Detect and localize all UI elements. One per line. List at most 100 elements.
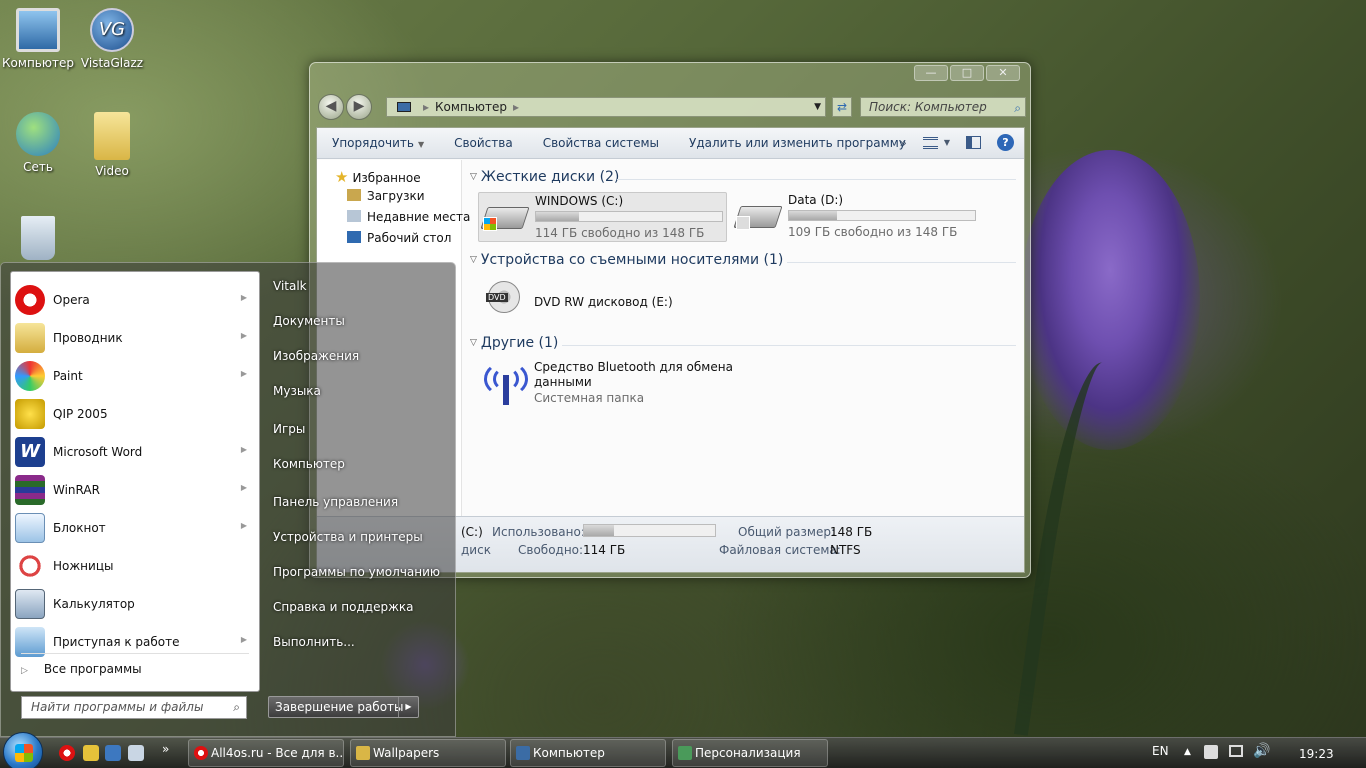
search-input[interactable]: Поиск: Компьютер ⌕ — [860, 97, 1026, 117]
start-link-music[interactable]: Музыка — [273, 384, 321, 398]
refresh-button[interactable]: ⇄ — [832, 97, 852, 117]
desktop-icon-computer[interactable]: Компьютер — [0, 8, 76, 70]
folder-icon — [15, 323, 45, 353]
shutdown-options-button[interactable]: ▶ — [398, 697, 418, 717]
drive-c[interactable]: WINDOWS (C:) 114 ГБ свободно из 148 ГБ — [478, 192, 727, 242]
task-computer[interactable]: Компьютер — [510, 739, 666, 767]
group-header-removable[interactable]: ▽ Устройства со съемными носителями (1) — [470, 252, 783, 268]
program-winrar[interactable]: WinRAR ▶ — [11, 472, 259, 508]
collapse-icon: ▽ — [470, 255, 477, 265]
group-header-other[interactable]: ▽ Другие (1) — [470, 335, 558, 351]
program-getting-started[interactable]: Приступая к работе ▶ — [11, 624, 259, 660]
chevron-down-icon: ▼ — [417, 140, 425, 149]
group-divider — [617, 179, 1016, 180]
uninstall-program-button[interactable]: Удалить или изменить программу — [674, 136, 921, 150]
quicklaunch-desktop-icon[interactable] — [105, 745, 121, 761]
start-link-pictures[interactable]: Изображения — [273, 349, 359, 363]
start-link-user[interactable]: Vitalk — [273, 279, 307, 293]
drive-usage-bar — [788, 210, 976, 221]
program-opera[interactable]: Opera ▶ — [11, 282, 259, 318]
network-icon[interactable] — [1229, 745, 1243, 757]
bluetooth-icon — [484, 361, 528, 405]
address-dropdown-icon[interactable]: ▼ — [814, 98, 821, 116]
views-icon — [922, 136, 938, 149]
quicklaunch-qip-icon[interactable] — [83, 745, 99, 761]
drive-badge-icon — [736, 216, 750, 230]
start-link-documents[interactable]: Документы — [273, 314, 345, 328]
chevron-right-icon: ▶ — [240, 635, 247, 644]
nav-downloads[interactable]: Загрузки — [347, 189, 425, 203]
start-link-default-programs[interactable]: Программы по умолчанию — [273, 565, 440, 579]
downloads-folder-icon — [347, 189, 361, 201]
desktop-icon-recycle-bin[interactable] — [0, 216, 76, 264]
search-icon[interactable]: ⌕ — [233, 697, 240, 718]
start-link-devices-printers[interactable]: Устройства и принтеры — [273, 530, 423, 544]
views-button[interactable]: ▼ — [922, 136, 950, 149]
address-bar[interactable]: ▸ Компьютер ▸ ▼ — [386, 97, 826, 117]
clock[interactable]: 19:23 — [1299, 747, 1334, 761]
details-free-value: 114 ГБ — [583, 543, 626, 557]
nav-recent-places[interactable]: Недавние места — [347, 210, 470, 224]
program-notepad[interactable]: Блокнот ▶ — [11, 510, 259, 546]
word-icon: W — [15, 437, 45, 467]
language-indicator[interactable]: EN — [1152, 744, 1169, 758]
preview-pane-icon[interactable] — [966, 136, 981, 149]
search-icon[interactable]: ⌕ — [1014, 99, 1021, 117]
start-programs-panel: Opera ▶ Проводник ▶ Paint ▶ QIP 2005 W Micr… — [10, 271, 260, 692]
dvd-badge: DVD — [486, 293, 508, 302]
task-wallpapers[interactable]: Wallpapers — [350, 739, 506, 767]
drive-d[interactable]: Data (D:) 109 ГБ свободно из 148 ГБ — [732, 192, 982, 242]
task-personalization[interactable]: Персонализация — [672, 739, 828, 767]
bluetooth-folder[interactable]: Средство Bluetooth для обмена данными Си… — [478, 358, 738, 408]
tray-app-icon[interactable] — [1204, 745, 1218, 759]
details-used-label: Использовано: — [492, 525, 585, 539]
show-hidden-icons-button[interactable]: ▲ — [1184, 747, 1191, 757]
desktop-icon-vistaglazz[interactable]: VG VistaGlazz — [74, 8, 150, 70]
group-header-hard-drives[interactable]: ▽ Жесткие диски (2) — [470, 169, 619, 185]
task-opera[interactable]: All4os.ru - Все для в... — [188, 739, 344, 767]
start-link-help-support[interactable]: Справка и поддержка — [273, 600, 414, 614]
volume-icon[interactable]: 🔊 — [1253, 743, 1270, 759]
shutdown-button[interactable]: Завершение работы ▶ — [268, 696, 419, 718]
windows-logo-icon — [15, 744, 33, 762]
desktop-icon-video[interactable]: Video — [74, 112, 150, 178]
opera-icon — [194, 746, 208, 760]
command-bar: Упорядочить ▼ Свойства Свойства системы У… — [317, 128, 1024, 159]
window-controls: — □ ✕ — [914, 65, 1020, 81]
network-icon — [16, 112, 60, 156]
quicklaunch-more-button[interactable]: » — [162, 742, 169, 756]
system-properties-button[interactable]: Свойства системы — [528, 136, 674, 150]
start-button[interactable] — [3, 732, 43, 768]
back-button[interactable]: ◀ — [318, 94, 344, 120]
organize-button[interactable]: Упорядочить ▼ — [317, 136, 439, 150]
program-qip[interactable]: QIP 2005 — [11, 396, 259, 432]
start-link-games[interactable]: Игры — [273, 422, 305, 436]
start-search-input[interactable]: Найти программы и файлы ⌕ — [21, 696, 247, 719]
forward-button[interactable]: ▶ — [346, 94, 372, 120]
properties-button[interactable]: Свойства — [439, 136, 528, 150]
quicklaunch-calculator-icon[interactable] — [128, 745, 144, 761]
close-button[interactable]: ✕ — [986, 65, 1020, 81]
details-fs-value: NTFS — [830, 543, 861, 557]
program-word[interactable]: W Microsoft Word ▶ — [11, 434, 259, 470]
program-paint[interactable]: Paint ▶ — [11, 358, 259, 394]
maximize-button[interactable]: □ — [950, 65, 984, 81]
program-snipping-tool[interactable]: Ножницы — [11, 548, 259, 584]
nav-favorites[interactable]: ★ Избранное — [335, 168, 421, 186]
computer-icon — [516, 746, 530, 760]
nav-desktop[interactable]: Рабочий стол — [347, 231, 451, 245]
desktop-icon-network[interactable]: Сеть — [0, 112, 76, 174]
program-explorer[interactable]: Проводник ▶ — [11, 320, 259, 356]
help-icon[interactable]: ? — [997, 134, 1014, 151]
drive-dvd-e[interactable]: DVD DVD RW дисковод (E:) — [478, 278, 727, 328]
breadcrumb-computer[interactable]: Компьютер — [435, 100, 507, 114]
start-link-run[interactable]: Выполнить... — [273, 635, 355, 649]
quicklaunch-opera-icon[interactable] — [59, 745, 75, 761]
all-programs-button[interactable]: ▷ Все программы — [21, 662, 142, 676]
more-commands-button[interactable]: » — [900, 136, 907, 150]
details-total-label: Общий размер: — [738, 525, 836, 539]
start-link-control-panel[interactable]: Панель управления — [273, 495, 398, 509]
start-link-computer[interactable]: Компьютер — [273, 457, 345, 471]
program-calculator[interactable]: Калькулятор — [11, 586, 259, 622]
minimize-button[interactable]: — — [914, 65, 948, 81]
